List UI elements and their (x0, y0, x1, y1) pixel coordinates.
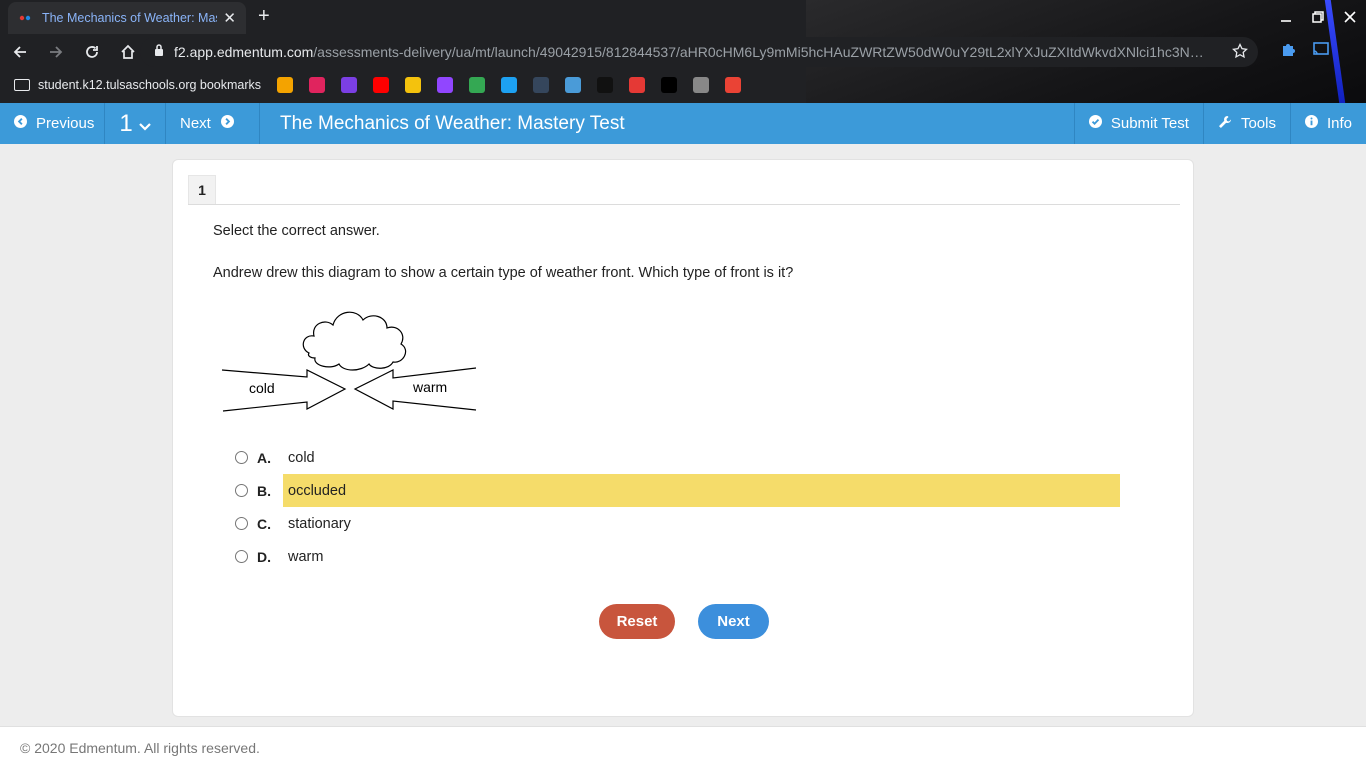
footer: © 2020 Edmentum. All rights reserved. (0, 726, 1366, 768)
bookmark-favicon-icon[interactable] (725, 77, 742, 93)
previous-label: Previous (36, 115, 95, 132)
bookmark-favicon-icon[interactable] (693, 77, 710, 93)
back-icon[interactable] (4, 36, 36, 68)
tab-close-icon[interactable]: ✕ (223, 9, 236, 27)
url-host: f2.app.edmentum.com (174, 44, 314, 60)
minimize-icon[interactable] (1270, 0, 1302, 34)
choice-text: warm (288, 548, 324, 565)
lock-icon (154, 43, 164, 61)
new-tab-icon[interactable]: + (258, 5, 270, 28)
cloud-shape (302, 311, 407, 371)
question-prompt: Andrew drew this diagram to show a certa… (213, 265, 794, 281)
next-button[interactable]: Next (698, 604, 769, 639)
tab-strip: The Mechanics of Weather: Mastery Test ✕… (0, 0, 1366, 34)
wrench-icon (1218, 115, 1232, 133)
header-actions: Submit Test Tools Info (1073, 103, 1366, 144)
bookmark-favicon-icon[interactable] (437, 77, 454, 93)
tools-label: Tools (1240, 115, 1276, 132)
instruction-text: Select the correct answer. (213, 223, 380, 239)
forward-icon[interactable] (40, 36, 72, 68)
radio-button[interactable] (235, 517, 248, 530)
tools-button[interactable]: Tools (1202, 103, 1290, 144)
tab-title: The Mechanics of Weather: Mastery Test (41, 11, 217, 25)
next-question-button[interactable]: Next (166, 103, 260, 144)
answer-choices: A. cold B. occluded C. stationary D. war… (235, 441, 1121, 573)
chevron-down-icon (138, 118, 151, 134)
bookmarks-bar: student.k12.tulsaschools.org bookmarks (0, 70, 1366, 100)
info-button[interactable]: Info (1289, 103, 1366, 144)
choice-text: occluded (288, 482, 347, 499)
radio-button[interactable] (235, 451, 248, 464)
reset-button[interactable]: Reset (599, 604, 675, 639)
bookmark-folder[interactable]: student.k12.tulsaschools.org bookmarks (14, 78, 261, 92)
submit-test-button[interactable]: Submit Test (1073, 103, 1203, 144)
question-number-dropdown[interactable]: 1 (105, 103, 166, 144)
arrow-left-circle-icon (14, 115, 27, 132)
choice-d[interactable]: D. warm (235, 540, 1121, 573)
cold-label: cold (249, 380, 275, 396)
warm-label: warm (412, 379, 447, 395)
radio-button[interactable] (235, 550, 248, 563)
address-bar[interactable]: f2.app.edmentum.com/assessments-delivery… (140, 37, 1258, 67)
browser-toolbar: f2.app.edmentum.com/assessments-delivery… (0, 34, 1366, 70)
info-label: Info (1326, 115, 1352, 132)
bookmark-favicon-icon[interactable] (373, 77, 390, 93)
bookmark-favicon-icon[interactable] (565, 77, 582, 93)
tab-favicon-icon (18, 11, 32, 25)
arrow-right-circle-icon (220, 115, 234, 132)
bookmark-favicon-icon[interactable] (597, 77, 614, 93)
choice-c[interactable]: C. stationary (235, 507, 1121, 540)
action-buttons: Reset Next (599, 604, 769, 639)
highlight: occluded (283, 474, 1120, 507)
cold-arrow (221, 369, 347, 412)
folder-icon (14, 79, 30, 91)
choice-text: stationary (288, 515, 351, 532)
browser-tab[interactable]: The Mechanics of Weather: Mastery Test ✕ (8, 2, 246, 34)
bookmark-favicon-icon[interactable] (277, 77, 294, 93)
bookmark-favicon-icon[interactable] (405, 77, 422, 93)
extension-icons (1280, 40, 1330, 63)
restore-icon[interactable] (1302, 0, 1334, 34)
reload-icon[interactable] (76, 36, 108, 68)
assessment-header: Previous 1 Next The Mechanics of Weather… (0, 103, 1366, 144)
question-card: 1 Select the correct answer. Andrew drew… (172, 159, 1194, 717)
info-circle-icon (1304, 115, 1318, 132)
question-number: 1 (119, 109, 133, 137)
copyright-text: © 2020 Edmentum. All rights reserved. (20, 739, 260, 756)
previous-button[interactable]: Previous (0, 103, 105, 144)
close-window-icon[interactable] (1334, 0, 1366, 34)
url-path: /assessments-delivery/ua/mt/launch/49042… (313, 44, 1204, 60)
bookmark-icon-list (277, 77, 757, 93)
test-title: The Mechanics of Weather: Mastery Test (280, 112, 625, 134)
check-circle-icon (1088, 115, 1102, 132)
bookmark-favicon-icon[interactable] (629, 77, 646, 93)
browser-chrome: The Mechanics of Weather: Mastery Test ✕… (0, 0, 1366, 103)
bookmark-favicon-icon[interactable] (341, 77, 358, 93)
extensions-puzzle-icon[interactable] (1280, 40, 1298, 63)
bookmark-favicon-icon[interactable] (533, 77, 550, 93)
radio-button[interactable] (235, 484, 248, 497)
choice-text: cold (288, 449, 315, 466)
next-label: Next (180, 115, 211, 132)
divider (188, 204, 1180, 205)
url-text: f2.app.edmentum.com/assessments-delivery… (174, 44, 1224, 60)
bookmark-favicon-icon[interactable] (661, 77, 678, 93)
choice-a[interactable]: A. cold (235, 441, 1121, 474)
window-controls (1270, 0, 1366, 34)
bookmark-star-icon[interactable] (1232, 42, 1248, 64)
question-number-tab: 1 (188, 175, 216, 204)
cast-icon[interactable] (1312, 40, 1330, 63)
submit-test-label: Submit Test (1110, 115, 1189, 132)
weather-front-diagram: cold warm (221, 294, 483, 419)
bookmark-favicon-icon[interactable] (501, 77, 518, 93)
bookmark-favicon-icon[interactable] (309, 77, 326, 93)
choice-b[interactable]: B. occluded (235, 474, 1121, 507)
bookmark-folder-label: student.k12.tulsaschools.org bookmarks (38, 78, 262, 92)
bookmark-favicon-icon[interactable] (469, 77, 486, 93)
